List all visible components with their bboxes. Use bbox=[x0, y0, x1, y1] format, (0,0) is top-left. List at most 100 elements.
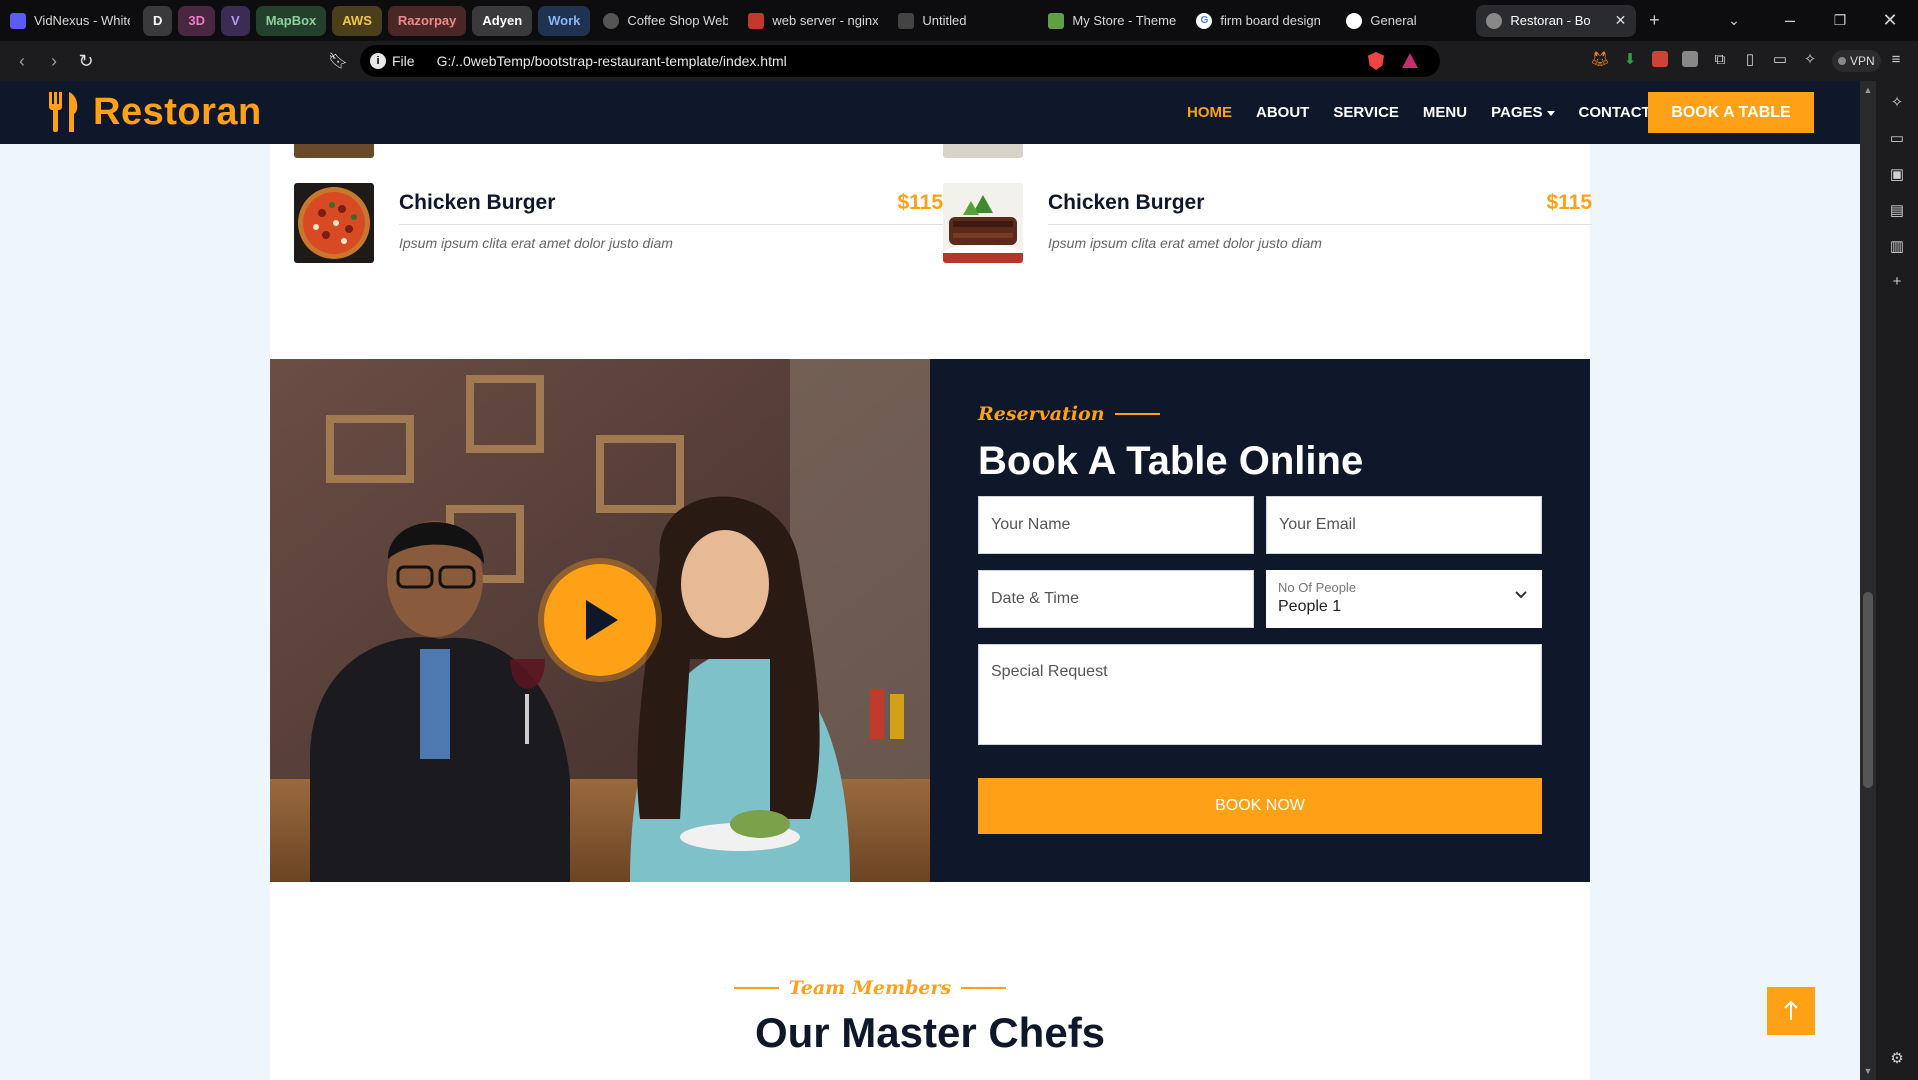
email-input[interactable] bbox=[1266, 496, 1542, 554]
brand-logo[interactable]: Restoran bbox=[47, 89, 262, 135]
reservation-title: Book A Table Online bbox=[978, 439, 1364, 483]
tab-group-d[interactable]: D bbox=[143, 5, 173, 36]
tab-group-label: Adyen bbox=[482, 13, 523, 28]
vpn-status-icon bbox=[1838, 57, 1846, 65]
arrow-up-icon bbox=[1784, 1000, 1798, 1020]
tab-group-label: V bbox=[231, 13, 240, 28]
leo-ai-icon[interactable]: ✧ bbox=[1800, 49, 1820, 69]
wallet-icon[interactable]: ▭ bbox=[1770, 49, 1790, 69]
scroll-up-icon[interactable]: ▲ bbox=[1860, 85, 1876, 95]
tab-search-chevron-icon[interactable]: ⌄ bbox=[1716, 12, 1752, 29]
tab-group-aws[interactable]: AWS bbox=[332, 5, 382, 36]
tab-title: Coffee Shop Web bbox=[627, 13, 729, 28]
subtitle-dash bbox=[733, 987, 779, 989]
caret-down-icon bbox=[1546, 110, 1555, 116]
minimize-icon[interactable]: – bbox=[1772, 10, 1808, 31]
app-favicon-icon bbox=[898, 12, 915, 29]
page-scrollbar[interactable]: ▲ ▼ bbox=[1860, 81, 1876, 1080]
video-play-button[interactable] bbox=[544, 564, 656, 676]
nav-menu[interactable]: MENU bbox=[1411, 104, 1479, 121]
nav-pages-label: PAGES bbox=[1491, 104, 1543, 121]
play-icon bbox=[586, 600, 618, 640]
reading-list-icon[interactable]: ▥ bbox=[1888, 237, 1906, 255]
brave-shields-icon[interactable] bbox=[1368, 52, 1384, 70]
tab-nginx[interactable]: web server - nginx bbox=[738, 5, 888, 37]
people-select[interactable]: No Of People People 1 bbox=[1266, 570, 1542, 628]
vpn-button[interactable]: VPN bbox=[1832, 50, 1881, 72]
menu-hamburger-icon[interactable]: ≡ bbox=[1886, 49, 1906, 69]
nav-home[interactable]: HOME bbox=[1175, 104, 1244, 121]
sidebar-toggle-icon[interactable]: ▯ bbox=[1740, 49, 1760, 69]
bookmarks-side-icon[interactable]: ▤ bbox=[1888, 201, 1906, 219]
close-window-icon[interactable]: ✕ bbox=[1872, 10, 1908, 31]
scrollbar-thumb[interactable] bbox=[1863, 592, 1873, 788]
nav-pages[interactable]: PAGES bbox=[1479, 104, 1566, 121]
tab-title: My Store - Themes bbox=[1072, 13, 1177, 28]
special-request-textarea[interactable] bbox=[978, 644, 1542, 745]
scroll-down-icon[interactable]: ▼ bbox=[1860, 1066, 1876, 1076]
tab-group-label: AWS bbox=[342, 13, 372, 28]
datetime-input[interactable] bbox=[978, 570, 1254, 628]
tab-group-label: Work bbox=[548, 13, 581, 28]
google-icon: G bbox=[1196, 12, 1213, 29]
media-icon[interactable]: ▭ bbox=[1888, 129, 1906, 147]
menu-item-description: Ipsum ipsum clita erat amet dolor justo … bbox=[399, 235, 673, 251]
forward-icon[interactable]: › bbox=[38, 51, 70, 72]
main-nav: HOME ABOUT SERVICE MENU PAGES CONTACT bbox=[1175, 81, 1663, 144]
nav-about[interactable]: ABOUT bbox=[1244, 104, 1321, 121]
browser-tab-strip: VidNexus - Whitel D 3D V MapBox AWS Razo… bbox=[0, 0, 1918, 41]
book-now-button[interactable]: BOOK NOW bbox=[978, 778, 1542, 834]
nav-service[interactable]: SERVICE bbox=[1321, 104, 1411, 121]
menu-item-description: Ipsum ipsum clita erat amet dolor justo … bbox=[1048, 235, 1322, 251]
tab-restoran-active[interactable]: Restoran - Bo ✕ bbox=[1476, 4, 1637, 37]
reservation-form-panel: Reservation Book A Table Online No Of Pe… bbox=[930, 359, 1590, 882]
leo-sparkle-icon[interactable]: ✧ bbox=[1888, 93, 1906, 111]
page-viewport: Chicken Burger $115 Ipsum ipsum clita er… bbox=[0, 81, 1860, 1080]
address-bar[interactable]: i File G:/..0webTemp/bootstrap-restauran… bbox=[360, 45, 1440, 77]
settings-gear-icon[interactable]: ⚙ bbox=[1888, 1049, 1906, 1067]
wallet-side-icon[interactable]: ▣ bbox=[1888, 165, 1906, 183]
close-tab-icon[interactable]: ✕ bbox=[1615, 12, 1627, 29]
brave-rewards-icon[interactable] bbox=[1402, 53, 1418, 68]
people-select-label: No Of People bbox=[1278, 580, 1357, 595]
site-navbar: Restoran HOME ABOUT SERVICE MENU PAGES C… bbox=[0, 81, 1860, 144]
reservation-subtitle: Reservation bbox=[978, 403, 1160, 425]
browser-toolbar: ‹ › ↻ 🔖︎ i File G:/..0webTemp/bootstrap-… bbox=[0, 41, 1918, 81]
bookmark-icon[interactable]: 🔖︎ bbox=[322, 51, 354, 71]
flag-icon bbox=[748, 12, 765, 29]
extension-off-icon[interactable] bbox=[1650, 49, 1670, 69]
utensils-icon bbox=[49, 92, 78, 132]
tab-group-mapbox[interactable]: MapBox bbox=[255, 5, 327, 36]
back-icon[interactable]: ‹ bbox=[6, 51, 38, 72]
extension-k-icon[interactable] bbox=[1680, 49, 1700, 69]
github-icon bbox=[1346, 12, 1363, 29]
menu-item-price: $115 bbox=[1546, 191, 1592, 214]
tab-coffee-shop[interactable]: Coffee Shop Web bbox=[593, 5, 738, 37]
tab-vidnexus[interactable]: VidNexus - Whitel bbox=[0, 5, 140, 37]
divider bbox=[399, 224, 943, 225]
download-extension-icon[interactable]: ⬇ bbox=[1620, 49, 1640, 69]
tab-group-v[interactable]: V bbox=[221, 5, 250, 36]
tab-group-work[interactable]: Work bbox=[538, 5, 591, 36]
extensions-puzzle-icon[interactable]: ⧉ bbox=[1710, 49, 1730, 69]
tab-firm-board[interactable]: G firm board design bbox=[1186, 5, 1336, 37]
book-a-table-button[interactable]: BOOK A TABLE bbox=[1648, 92, 1814, 133]
tab-group-razorpay[interactable]: Razorpay bbox=[387, 5, 467, 36]
tab-my-store[interactable]: My Store - Themes bbox=[1038, 5, 1186, 37]
metamask-icon[interactable]: 🦊︎ bbox=[1590, 49, 1610, 69]
back-to-top-button[interactable] bbox=[1767, 987, 1815, 1035]
vpn-label: VPN bbox=[1850, 54, 1875, 68]
reload-icon[interactable]: ↻ bbox=[70, 51, 102, 72]
reservation-subtitle-text: Reservation bbox=[978, 403, 1105, 425]
tab-general[interactable]: General bbox=[1336, 5, 1476, 37]
tab-group-adyen[interactable]: Adyen bbox=[472, 5, 533, 36]
new-tab-button[interactable]: + bbox=[1636, 10, 1672, 31]
name-input[interactable] bbox=[978, 496, 1254, 554]
menu-item-name: Chicken Burger bbox=[1048, 191, 1205, 214]
tab-title: Untitled bbox=[922, 13, 967, 28]
restore-icon[interactable]: ❐ bbox=[1822, 12, 1858, 29]
tab-group-label: Razorpay bbox=[397, 13, 457, 28]
tab-group-3d[interactable]: 3D bbox=[178, 5, 216, 36]
add-panel-icon[interactable]: + bbox=[1888, 273, 1906, 291]
tab-untitled[interactable]: Untitled bbox=[888, 5, 1038, 37]
